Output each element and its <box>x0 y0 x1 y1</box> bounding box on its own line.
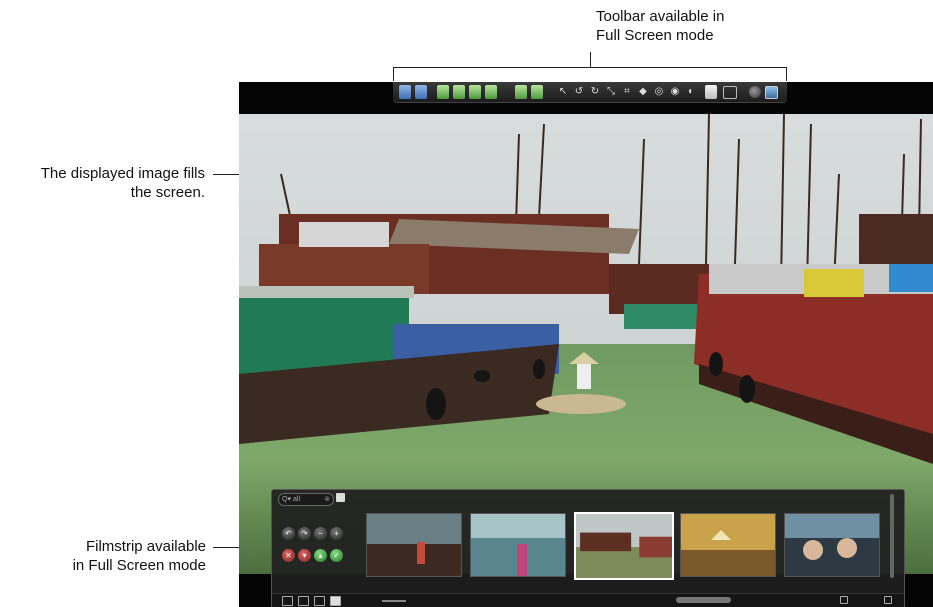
callout-image-line1: The displayed image fills <box>40 165 205 182</box>
callout-toolbar-line2: Full Screen mode <box>596 27 714 44</box>
browser-view-icon[interactable] <box>282 596 293 606</box>
loupe-icon[interactable] <box>705 85 717 99</box>
album-icon[interactable] <box>531 85 543 99</box>
stack-icon[interactable] <box>485 85 497 99</box>
filmstrip-bottom-bar <box>272 593 904 607</box>
view-mode-icon[interactable] <box>415 85 427 99</box>
fit-view-icon[interactable] <box>314 596 325 606</box>
callout-image-line2: the screen. <box>130 184 205 201</box>
fullscreen-view-icon[interactable] <box>330 596 341 606</box>
callout-toolbar: Toolbar available in Full Screen mode <box>596 7 724 45</box>
select-tool-icon[interactable]: ↖ <box>557 85 569 99</box>
reject-button[interactable]: ✕ <box>282 549 295 562</box>
view-mode-icon[interactable] <box>399 85 411 99</box>
rotate-left-button[interactable]: ↶ <box>282 527 295 540</box>
full-screen-view: ↖ ↺ ↻ ⤡ ⌗ ◆ ◎ ◉ ◐ Q▾ all ⊗ ↶ ↷ − + ✕ ▾ ▴… <box>239 82 933 607</box>
split-view-icon[interactable] <box>298 596 309 606</box>
add-icon[interactable] <box>840 596 848 604</box>
fullscreen-toolbar: ↖ ↺ ↻ ⤡ ⌗ ◆ ◎ ◉ ◐ <box>393 82 787 103</box>
red-eye-icon[interactable]: ◎ <box>653 85 665 99</box>
increase-rating-button[interactable]: + <box>330 527 343 540</box>
crop-icon[interactable]: ⌗ <box>621 85 633 99</box>
stamp-icon[interactable]: ◐ <box>685 85 697 99</box>
search-input[interactable]: all <box>293 495 300 504</box>
hud-icon[interactable] <box>723 86 737 99</box>
thumbnail-harbor-boats[interactable] <box>574 512 674 580</box>
image-icon[interactable] <box>765 86 778 99</box>
inspector-icon[interactable] <box>749 86 761 98</box>
filmstrip: Q▾ all ⊗ ↶ ↷ − + ✕ ▾ ▴ ✓ <box>271 489 905 607</box>
rotate-right-icon[interactable]: ↻ <box>589 85 601 99</box>
callout-image: The displayed image fills the screen. <box>0 164 205 202</box>
thumbnail-size-slider[interactable] <box>382 600 406 602</box>
flag-up-button[interactable]: ▴ <box>314 549 327 562</box>
thumbnail-street-market[interactable] <box>680 513 776 577</box>
rotate-left-icon[interactable]: ↺ <box>573 85 585 99</box>
lift-stamp-icon[interactable]: ◉ <box>669 85 681 99</box>
album-icon[interactable] <box>515 85 527 99</box>
callout-toolbar-line1: Toolbar available in <box>596 8 725 25</box>
search-icon: Q▾ <box>282 496 291 503</box>
thumbnail-people-in-car[interactable] <box>784 513 880 577</box>
decrease-rating-button[interactable]: − <box>314 527 327 540</box>
filmstrip-horizontal-scrollbar[interactable] <box>676 597 731 603</box>
callout-filmstrip-line2: in Full Screen mode <box>72 557 206 574</box>
thumbnail-boy-on-boat[interactable] <box>366 513 462 577</box>
spot-patch-icon[interactable]: ◆ <box>637 85 649 99</box>
info-icon[interactable] <box>884 596 892 604</box>
straighten-icon[interactable]: ⤡ <box>605 85 617 99</box>
toolbar-bracket-left <box>393 67 394 81</box>
stack-icon[interactable] <box>469 85 481 99</box>
stack-icon[interactable] <box>453 85 465 99</box>
filmstrip-menu-button[interactable] <box>336 493 345 502</box>
callout-filmstrip: Filmstrip available in Full Screen mode <box>0 537 206 575</box>
flag-down-button[interactable]: ▾ <box>298 549 311 562</box>
toolbar-bracket-top <box>393 67 787 68</box>
stack-icon[interactable] <box>437 85 449 99</box>
rotate-right-button[interactable]: ↷ <box>298 527 311 540</box>
select-button[interactable]: ✓ <box>330 549 343 562</box>
toolbar-bracket-right <box>786 67 787 81</box>
toolbar-bracket-stem <box>590 52 591 67</box>
clear-icon[interactable]: ⊗ <box>324 495 330 504</box>
filmstrip-vertical-scrollbar[interactable] <box>890 494 894 578</box>
thumbnail-girl-by-sea[interactable] <box>470 513 566 577</box>
callout-filmstrip-line1: Filmstrip available <box>85 538 206 555</box>
search-field[interactable]: Q▾ all ⊗ <box>278 493 334 506</box>
